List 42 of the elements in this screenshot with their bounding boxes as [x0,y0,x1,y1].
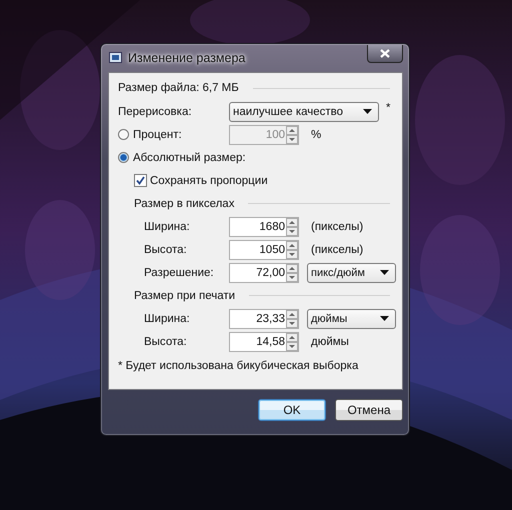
number-field[interactable]: 23,33 [229,308,299,328]
resample-label: Перерисовка: [118,106,193,118]
field-label: Высота: [144,244,188,256]
absolute-size-label: Абсолютный размер: [133,152,246,164]
section-title: Размер в пикселах [134,198,234,210]
cancel-button[interactable]: Отмена [335,399,403,421]
spinner-icon[interactable] [286,240,298,258]
window-title: Изменение размера [128,50,246,64]
caret-icon [380,316,389,321]
unit-dropdown[interactable]: пикс/дюйм [307,262,396,282]
spinner-icon[interactable] [286,310,298,328]
field-label: Разрешение: [144,266,215,278]
field-label: Высота: [144,336,188,348]
spinner-icon[interactable] [286,218,298,236]
unit-label: дюймы [311,336,349,348]
number-field[interactable]: 1680 [229,216,299,236]
field-label: Ширина: [144,220,191,232]
footnote-text: * Будет использована бикубическая выборка [118,360,360,372]
asterisk-note: * [386,102,390,114]
window-icon [109,52,122,63]
number-field[interactable]: 1050 [229,240,299,260]
spinner-icon[interactable] [286,332,298,350]
close-button[interactable] [367,44,403,62]
unit-label: % [311,128,322,140]
unit-label: (пикселы) [311,220,364,232]
radio-button[interactable] [118,152,129,163]
unit-label: (пикселы) [311,244,364,256]
close-icon [380,48,390,58]
number-field[interactable]: 72,00 [229,262,299,282]
checkbox[interactable] [134,174,147,187]
unit-dropdown[interactable]: дюймы [307,308,396,328]
percent-label: Процент: [133,128,182,140]
resample-dropdown[interactable]: наилучшее качество [229,102,379,122]
caret-icon [380,270,389,275]
spinner-icon[interactable] [286,264,298,282]
caret-icon [363,109,372,114]
number-field[interactable]: 14,58 [229,332,299,352]
ok-button[interactable]: OK [258,399,326,421]
keep-proportions-label: Сохранять пропорции [150,174,268,186]
section-title: Размер при печати [134,290,236,302]
file-size-text: Размер файла: 6,7 МБ [118,82,239,94]
field-label: Ширина: [144,312,191,324]
